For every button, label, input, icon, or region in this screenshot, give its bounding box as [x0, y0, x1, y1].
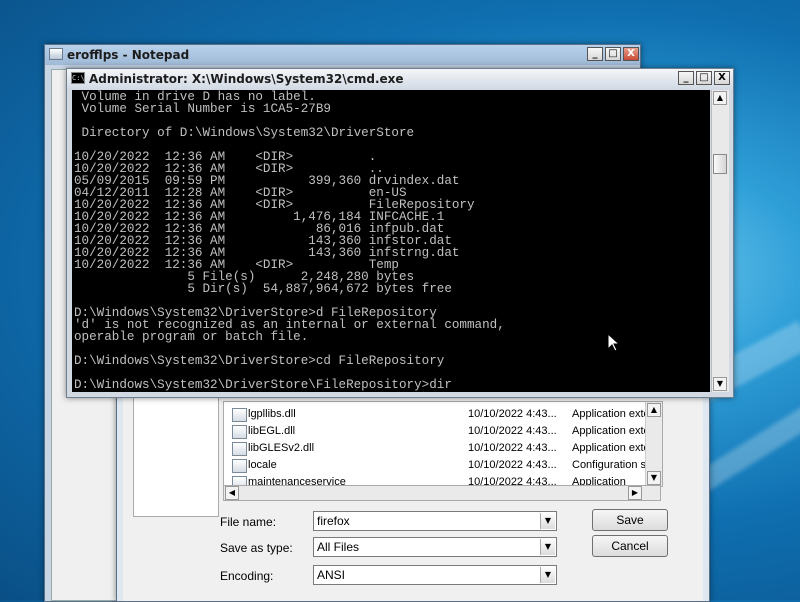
- encoding-label: Encoding:: [220, 569, 274, 583]
- maximize-button[interactable]: □: [696, 71, 712, 85]
- scroll-up-arrow-icon[interactable]: ▲: [713, 91, 727, 105]
- cmd-window: C:\ Administrator: X:\Windows\System32\c…: [66, 68, 734, 398]
- chevron-down-icon[interactable]: ▼: [540, 567, 555, 583]
- file-name: libEGL.dll: [248, 425, 296, 437]
- file-date: 10/10/2022 4:43...: [468, 408, 557, 420]
- encoding-value: ANSI: [317, 568, 346, 582]
- list-item[interactable]: lgpllibs.dll 10/10/2022 4:43... Applicat…: [224, 406, 659, 423]
- list-item[interactable]: libEGL.dll 10/10/2022 4:43... Applicatio…: [224, 423, 659, 440]
- save-as-type-label: Save as type:: [220, 541, 293, 555]
- console-scrollbar[interactable]: ▲ ▼: [711, 90, 729, 392]
- file-name-value: firefox: [317, 514, 350, 528]
- scrollbar-thumb[interactable]: [713, 154, 727, 174]
- scroll-down-arrow-icon[interactable]: ▼: [713, 377, 727, 391]
- list-item[interactable]: locale 10/10/2022 4:43... Configuration …: [224, 457, 661, 474]
- close-button[interactable]: X: [623, 47, 639, 61]
- file-name: locale: [248, 459, 277, 471]
- save-as-type-select[interactable]: All Files ▼: [313, 537, 557, 557]
- file-list-horizontal-scrollbar[interactable]: ◀ ▶: [223, 485, 661, 501]
- mouse-cursor-icon: [607, 333, 621, 352]
- save-button[interactable]: Save: [592, 509, 668, 531]
- cmd-title-bar[interactable]: C:\ Administrator: X:\Windows\System32\c…: [67, 69, 733, 89]
- scroll-down-arrow-icon[interactable]: ▼: [647, 471, 661, 485]
- file-name: libGLESv2.dll: [248, 442, 315, 454]
- scroll-up-arrow-icon[interactable]: ▲: [647, 403, 661, 417]
- chevron-down-icon[interactable]: ▼: [540, 513, 555, 529]
- file-list-vertical-scrollbar[interactable]: ▲ ▼: [645, 402, 662, 486]
- notepad-title: erofflps - Notepad: [67, 48, 190, 62]
- console-text: Volume in drive D has no label. Volume S…: [74, 90, 505, 392]
- notepad-title-bar[interactable]: erofflps - Notepad _ □ X: [45, 45, 640, 65]
- save-as-type-value: All Files: [317, 540, 360, 554]
- file-name-field[interactable]: firefox ▼: [313, 511, 557, 531]
- cmd-icon: C:\: [71, 72, 85, 84]
- file-icon: [232, 442, 247, 456]
- file-date: 10/10/2022 4:43...: [468, 442, 557, 454]
- cmd-title: Administrator: X:\Windows\System32\cmd.e…: [89, 72, 404, 86]
- scroll-left-arrow-icon[interactable]: ◀: [225, 486, 239, 500]
- file-icon: [232, 408, 247, 422]
- close-button[interactable]: X: [714, 71, 730, 85]
- maximize-button[interactable]: □: [605, 47, 621, 61]
- config-file-icon: [232, 459, 247, 473]
- file-name-label: File name:: [220, 515, 277, 529]
- chevron-down-icon[interactable]: ▼: [540, 539, 555, 555]
- cancel-button[interactable]: Cancel: [592, 535, 668, 557]
- file-list[interactable]: lgpllibs.dll 10/10/2022 4:43... Applicat…: [223, 401, 663, 487]
- file-name: lgpllibs.dll: [248, 408, 296, 420]
- encoding-select[interactable]: ANSI ▼: [313, 565, 557, 585]
- file-date: 10/10/2022 4:43...: [468, 459, 557, 471]
- minimize-button[interactable]: _: [587, 47, 603, 61]
- file-date: 10/10/2022 4:43...: [468, 425, 557, 437]
- scroll-right-arrow-icon[interactable]: ▶: [628, 486, 642, 500]
- list-item[interactable]: libGLESv2.dll 10/10/2022 4:43... Applica…: [224, 440, 659, 457]
- minimize-button[interactable]: _: [678, 71, 694, 85]
- notepad-icon: [49, 48, 63, 60]
- file-icon: [232, 425, 247, 439]
